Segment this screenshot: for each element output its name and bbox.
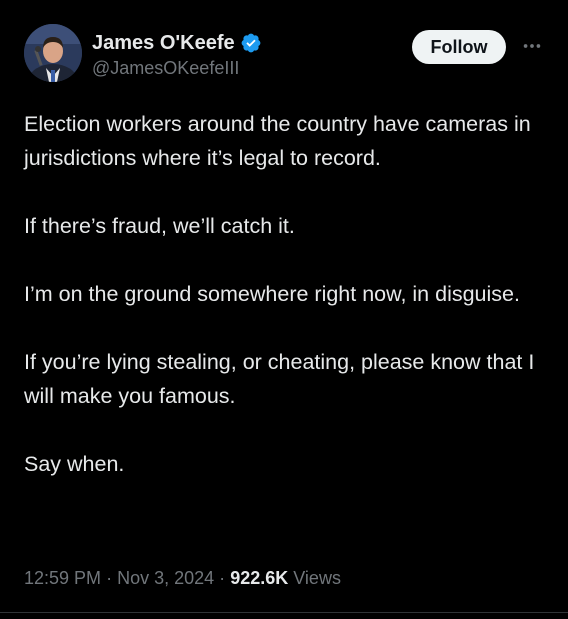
tweet-paragraph: Say when. [24, 452, 125, 476]
name-row: James O'Keefe [92, 30, 262, 56]
tweet-date[interactable]: Nov 3, 2024 [117, 568, 214, 588]
author-display-name[interactable]: James O'Keefe [92, 32, 235, 55]
tweet-time[interactable]: 12:59 PM [24, 568, 101, 588]
tweet-paragraph: If there’s fraud, we’ll catch it. [24, 214, 295, 238]
follow-button[interactable]: Follow [412, 30, 506, 64]
verified-badge-icon [240, 32, 262, 54]
author-handle[interactable]: @JamesOKeefeIII [92, 58, 262, 79]
tweet-header: James O'Keefe @JamesOKeefeIII Follow [24, 24, 544, 88]
avatar[interactable] [24, 24, 82, 82]
tweet-paragraph: I’m on the ground somewhere right now, i… [24, 282, 520, 306]
meta-separator: · [106, 568, 113, 588]
tweet-meta: 12:59 PM · Nov 3, 2024 · 922.6K Views [24, 568, 341, 589]
profile-photo-icon [24, 24, 82, 82]
meta-separator: · [219, 568, 226, 588]
tweet-paragraph: Election workers around the country have… [24, 112, 531, 170]
author-info: James O'Keefe @JamesOKeefeIII [92, 30, 262, 79]
tweet-text: Election workers around the country have… [24, 107, 548, 481]
more-options-icon[interactable] [520, 34, 544, 58]
tweet-paragraph: If you’re lying stealing, or cheating, p… [24, 350, 535, 408]
tweet-card: James O'Keefe @JamesOKeefeIII Follow Ele… [0, 0, 568, 619]
views-count[interactable]: 922.6K [230, 568, 288, 588]
views-label: Views [293, 568, 341, 588]
divider [0, 612, 568, 613]
